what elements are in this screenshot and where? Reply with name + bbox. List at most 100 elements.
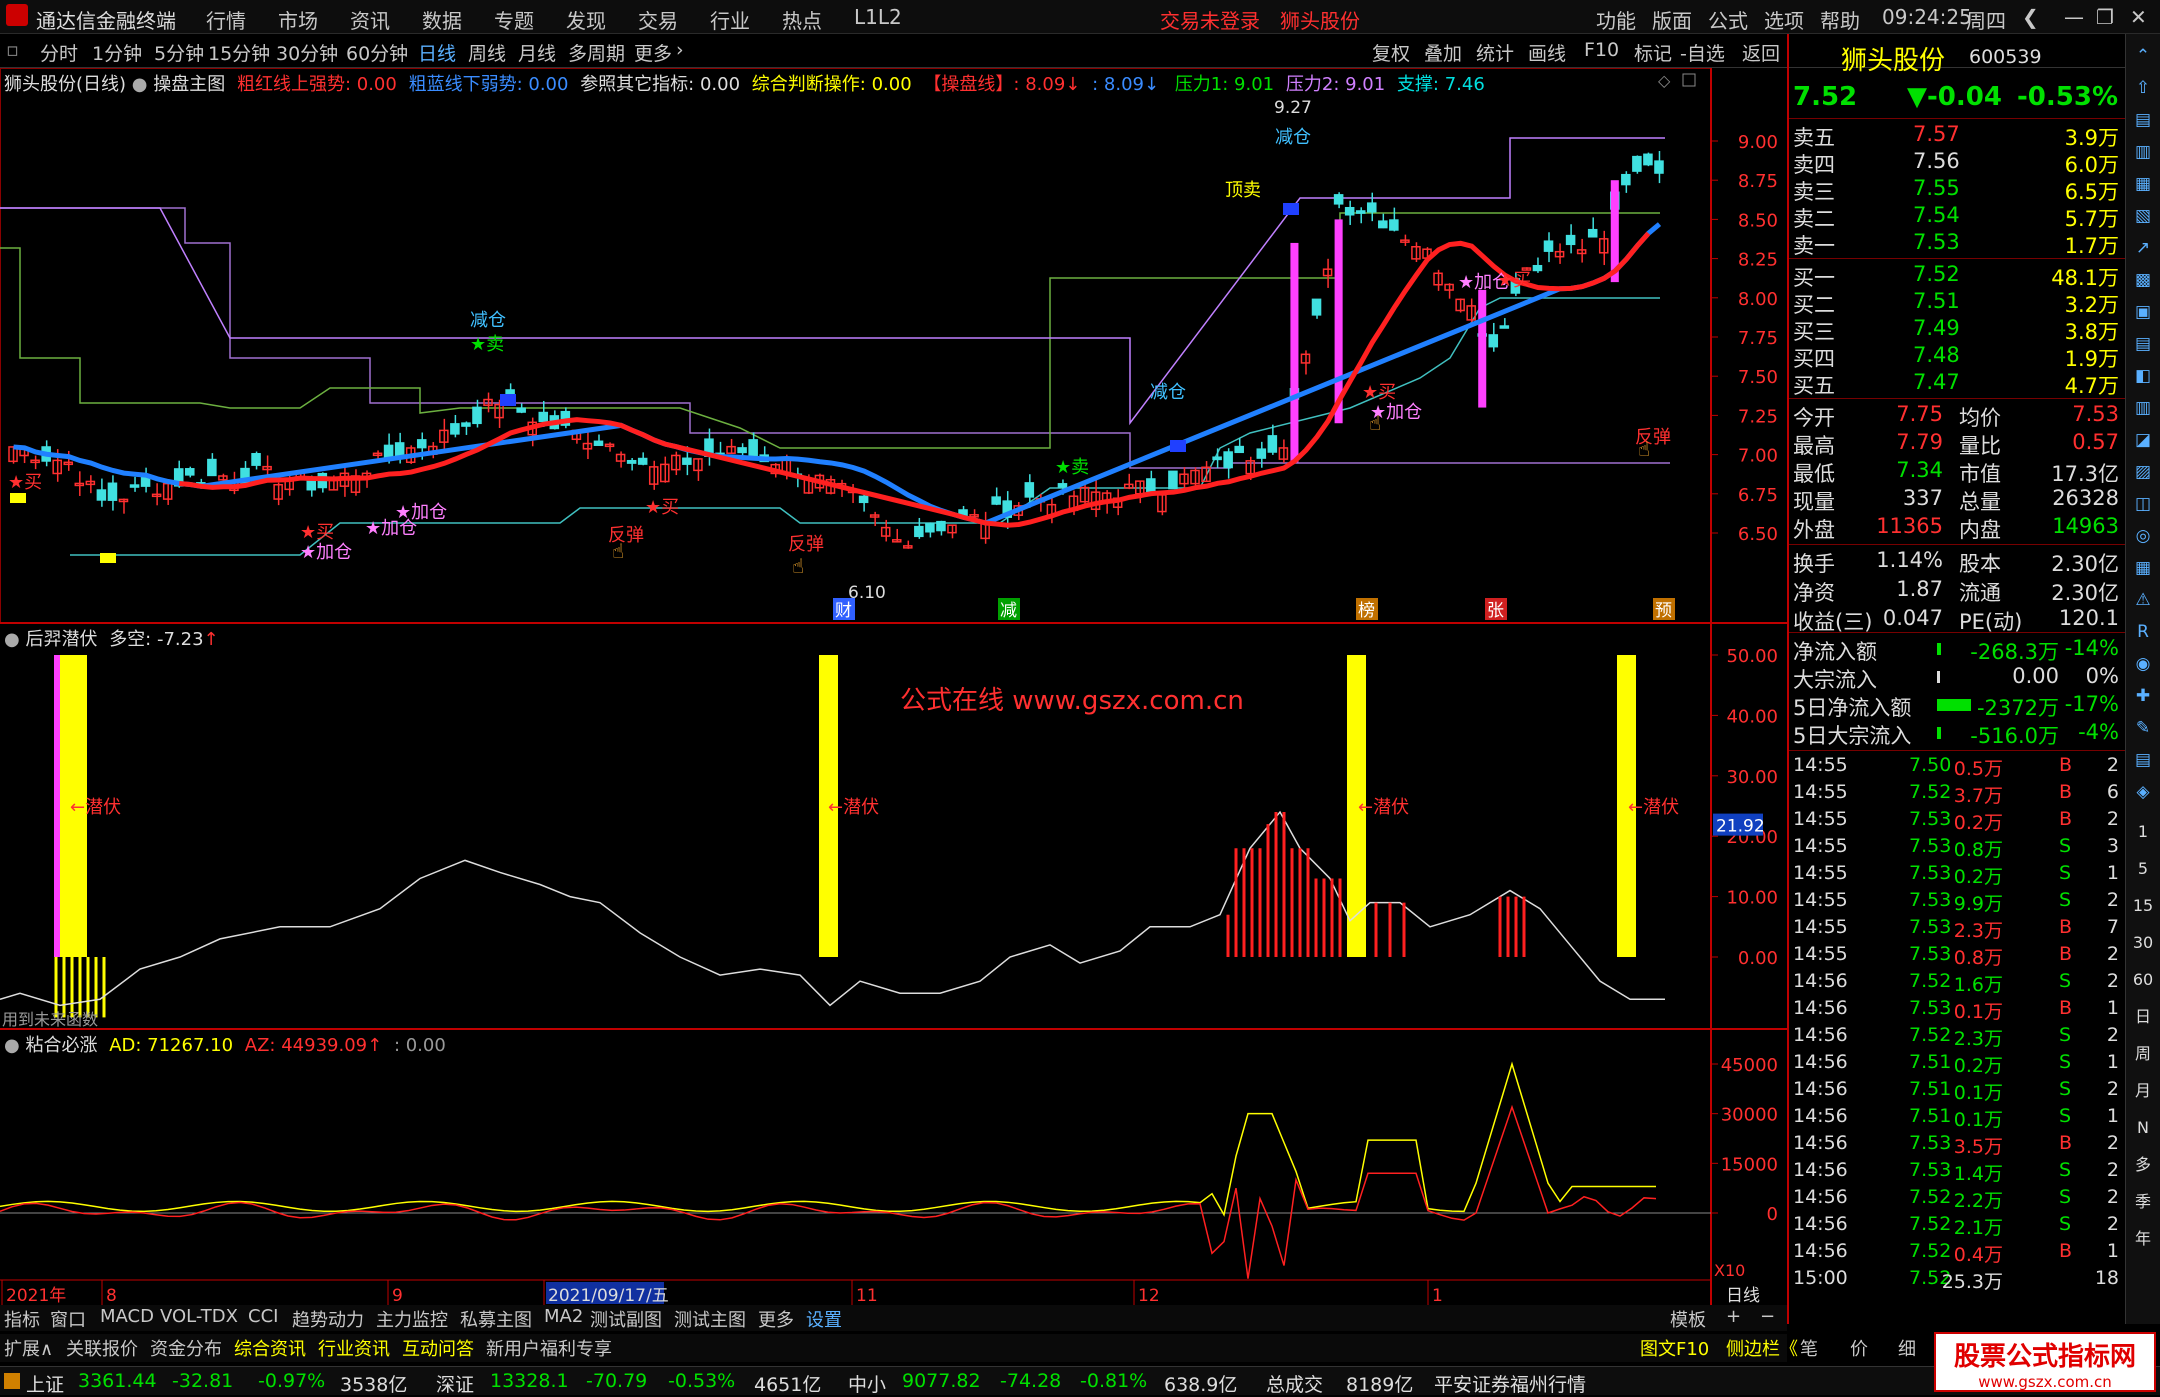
sidebar-period-button[interactable]: N: [2131, 1116, 2155, 1140]
ext-tab[interactable]: 行业资讯: [318, 1335, 390, 1361]
tick-row[interactable]: 14:56 7.51 0.2万 S 1: [1793, 1051, 2123, 1078]
sheet-icon[interactable]: ▤: [2131, 748, 2155, 772]
ind1-name[interactable]: 后羿潜伏: [25, 629, 97, 650]
tick-row[interactable]: 14:55 7.53 0.2万 S 1: [1793, 862, 2123, 889]
radio-icon[interactable]: ◉: [2131, 652, 2155, 676]
indicator-tab[interactable]: 更多: [758, 1306, 794, 1332]
ask-row[interactable]: 卖一 7.53 1.7万: [1793, 230, 2123, 258]
tick-row[interactable]: 14:56 7.53 3.5万 B 2: [1793, 1132, 2123, 1159]
period-tab[interactable]: 15分钟: [208, 39, 270, 66]
menu-item[interactable]: 市场: [278, 5, 318, 34]
ext-tab-right[interactable]: 价: [1850, 1335, 1868, 1361]
tick-row[interactable]: 14:56 7.51 0.1万 S 2: [1793, 1078, 2123, 1105]
cross-icon[interactable]: ✚: [2131, 684, 2155, 708]
diamond-icon[interactable]: ◈: [2131, 780, 2155, 804]
ext-tab[interactable]: 综合资讯: [234, 1335, 306, 1361]
menu-right-item[interactable]: 公式: [1708, 5, 1748, 34]
trend-icon[interactable]: ↗: [2131, 236, 2155, 260]
period-tab[interactable]: 分时: [40, 39, 78, 66]
menu-item[interactable]: 专题: [494, 5, 534, 34]
period-tab[interactable]: 5分钟: [154, 39, 204, 66]
sidebar-period-button[interactable]: 多: [2131, 1153, 2155, 1177]
ext-tab-right[interactable]: 笔: [1800, 1335, 1818, 1361]
sz-label[interactable]: 深证: [436, 1370, 474, 1397]
tick-row[interactable]: 14:55 7.50 0.5万 B 2: [1793, 754, 2123, 781]
up-icon[interactable]: ⇧: [2131, 76, 2155, 100]
tool-button[interactable]: -自选: [1680, 39, 1725, 66]
bid-row[interactable]: 买二 7.51 3.2万: [1793, 289, 2123, 317]
ext-tab[interactable]: 关联报价: [66, 1335, 138, 1361]
period-tab[interactable]: 30分钟: [276, 39, 338, 66]
menu-item[interactable]: L1L2: [854, 5, 902, 29]
layout-icon[interactable]: ▥: [2131, 396, 2155, 420]
close-icon[interactable]: ✕: [2130, 5, 2147, 29]
table-icon[interactable]: ▦: [2131, 172, 2155, 196]
square-icon[interactable]: ◪: [2131, 428, 2155, 452]
back-icon[interactable]: ❮: [2022, 5, 2039, 29]
tool-button[interactable]: F10: [1584, 39, 1619, 61]
pen-icon[interactable]: ✎: [2131, 716, 2155, 740]
sh-label[interactable]: 上证: [26, 1370, 64, 1397]
indicator-tab[interactable]: 测试副图: [590, 1306, 662, 1332]
indicator-tab[interactable]: CCI: [248, 1306, 278, 1327]
formula-name[interactable]: 操盘主图: [153, 74, 225, 95]
sidebar-period-button[interactable]: 日: [2131, 1005, 2155, 1029]
tick-row[interactable]: 14:56 7.52 1.6万 S 2: [1793, 970, 2123, 997]
indicator-tab[interactable]: 主力监控: [376, 1306, 448, 1332]
sidebar-period-button[interactable]: 30: [2131, 931, 2155, 955]
list-icon[interactable]: ▤: [2131, 108, 2155, 132]
ext-tab-right[interactable]: 细: [1898, 1335, 1916, 1361]
tick-row[interactable]: 14:56 7.52 2.2万 S 2: [1793, 1186, 2123, 1213]
formula-dot-icon[interactable]: ●: [132, 74, 148, 95]
sidebar-period-button[interactable]: 月: [2131, 1079, 2155, 1103]
menu-right-item[interactable]: 功能: [1596, 5, 1636, 34]
menu-right-item[interactable]: 选项: [1764, 5, 1804, 34]
menu-item[interactable]: 行业: [710, 5, 750, 34]
tick-row[interactable]: 14:55 7.53 0.8万 B 2: [1793, 943, 2123, 970]
tick-row[interactable]: 14:55 7.53 0.2万 B 2: [1793, 808, 2123, 835]
tick-row[interactable]: 14:55 7.53 9.9万 S 2: [1793, 889, 2123, 916]
add-tab-button[interactable]: +: [1726, 1306, 1741, 1327]
tool-button[interactable]: 叠加: [1424, 39, 1462, 66]
template-button[interactable]: 模板: [1670, 1306, 1706, 1332]
panel-icon[interactable]: ◧: [2131, 364, 2155, 388]
period-tab[interactable]: 60分钟: [346, 39, 408, 66]
sidebar-period-button[interactable]: 5: [2131, 857, 2155, 881]
ext-tab-right[interactable]: 图文F10: [1640, 1335, 1709, 1361]
ext-tab[interactable]: 扩展∧: [4, 1335, 53, 1361]
period-tab[interactable]: 更多: [634, 39, 672, 66]
bar-icon[interactable]: ▩: [2131, 268, 2155, 292]
menu-item[interactable]: 数据: [422, 5, 462, 34]
period-tab[interactable]: 1分钟: [92, 39, 142, 66]
menu-item[interactable]: 热点: [782, 5, 822, 34]
tick-row[interactable]: 14:56 7.52 2.3万 S 2: [1793, 1024, 2123, 1051]
target-icon[interactable]: ◎: [2131, 524, 2155, 548]
tick-row[interactable]: 14:55 7.53 0.8万 S 3: [1793, 835, 2123, 862]
chart-icon[interactable]: ▧: [2131, 204, 2155, 228]
menu-right-item[interactable]: 版面: [1652, 5, 1692, 34]
indicator-tab[interactable]: 测试主图: [674, 1306, 746, 1332]
bid-row[interactable]: 买四 7.48 1.9万: [1793, 343, 2123, 371]
indicator-tab[interactable]: VOL-TDX: [160, 1306, 238, 1327]
alert-icon[interactable]: ⚠: [2131, 588, 2155, 612]
ask-row[interactable]: 卖四 7.56 6.0万: [1793, 149, 2123, 177]
tick-row[interactable]: 14:56 7.53 0.1万 B 1: [1793, 997, 2123, 1024]
tick-row[interactable]: 15:00 7.52 25.3万 18: [1793, 1267, 2123, 1294]
period-tab[interactable]: 月线: [518, 39, 556, 66]
ext-tab[interactable]: 新用户福利专享: [486, 1335, 612, 1361]
ind2-name[interactable]: 粘合必涨: [25, 1035, 97, 1056]
bid-row[interactable]: 买三 7.49 3.8万: [1793, 316, 2123, 344]
tick-row[interactable]: 14:56 7.52 2.1万 S 2: [1793, 1213, 2123, 1240]
indicator-tab[interactable]: MACD: [100, 1306, 154, 1327]
split-icon[interactable]: ◫: [2131, 492, 2155, 516]
login-status[interactable]: 交易未登录: [1160, 5, 1260, 34]
period-tab[interactable]: 多周期: [568, 39, 625, 66]
formula-dot-icon[interactable]: ●: [4, 1035, 20, 1056]
period-tab[interactable]: 周线: [468, 39, 506, 66]
restore-icon[interactable]: ❐: [2096, 5, 2114, 29]
sidebar-period-button[interactable]: 15: [2131, 894, 2155, 918]
box-icon[interactable]: ▣: [2131, 300, 2155, 324]
minimize-icon[interactable]: —: [2064, 5, 2084, 29]
remove-tab-button[interactable]: −: [1760, 1306, 1775, 1327]
indicator-tab[interactable]: 窗口: [50, 1306, 86, 1332]
